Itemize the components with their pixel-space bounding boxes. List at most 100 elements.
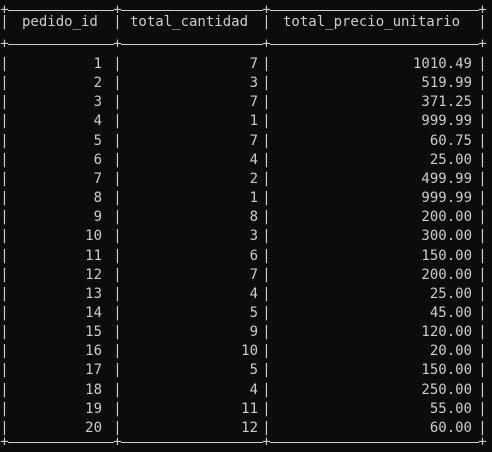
cell-total-precio-unitario: 55.00 [429,400,472,417]
column-separator: | [262,400,271,417]
cell-total-cantidad: 6 [249,247,258,264]
column-separator: | [262,151,271,168]
table-row: | | | | 5 7 60.75 [0,131,492,151]
cell-total-cantidad: 4 [249,151,258,168]
column-separator: | [113,362,122,379]
cell-total-precio-unitario: 200.00 [421,266,472,283]
column-separator: | [0,56,9,72]
column-separator: | [0,285,9,302]
cell-pedido-id: 2 [93,75,102,92]
cell-pedido-id: 16 [85,343,102,360]
table-border-header: + + + + [0,34,492,54]
column-separator: | [113,324,122,341]
cell-pedido-id: 14 [85,304,102,321]
cell-total-cantidad: 3 [249,75,258,92]
column-separator: | [478,14,487,30]
cell-total-precio-unitario: 25.00 [429,285,472,302]
table-row: | | | | 11 6 150.00 [0,246,492,266]
column-separator: | [0,75,9,92]
column-separator: | [262,362,271,379]
column-separator: | [478,247,487,264]
column-separator: | [478,151,487,168]
cell-total-cantidad: 7 [249,94,258,111]
column-separator: | [262,285,271,302]
column-separator: | [0,113,9,130]
cell-total-cantidad: 7 [249,132,258,149]
table-row: | | | | 8 1 999.99 [0,188,492,208]
cell-total-cantidad: 5 [249,304,258,321]
column-separator: | [478,170,487,187]
column-separator: | [0,362,9,379]
column-separator: | [0,400,9,417]
cell-total-cantidad: 5 [249,362,258,379]
column-separator: | [0,304,9,321]
column-separator: | [478,94,487,111]
cell-pedido-id: 3 [93,94,102,111]
table-row: | | | | 9 8 200.00 [0,207,492,227]
table-row: | | | | 10 3 300.00 [0,226,492,246]
table-row: | | | | 17 5 150.00 [0,360,492,380]
cell-pedido-id: 4 [93,113,102,130]
border-rule [270,10,479,11]
column-header-total-precio-unitario: total_precio_unitario [283,14,461,30]
cell-total-precio-unitario: 45.00 [429,304,472,321]
column-separator: | [478,75,487,92]
border-rule [121,10,263,11]
cell-total-precio-unitario: 371.25 [421,94,472,111]
column-separator: | [0,266,9,283]
cell-total-cantidad: 1 [249,113,258,130]
column-separator: | [478,266,487,283]
cell-total-cantidad: 7 [249,266,258,283]
column-separator: | [113,113,122,130]
column-separator: | [0,343,9,360]
column-separator: | [262,228,271,245]
cell-pedido-id: 10 [85,228,102,245]
column-separator: | [113,14,122,30]
column-header-total-cantidad: total_cantidad [130,14,249,30]
column-separator: | [113,343,122,360]
cell-pedido-id: 19 [85,400,102,417]
column-separator: | [262,75,271,92]
table-row: | | | | 15 9 120.00 [0,322,492,342]
column-separator: | [113,304,122,321]
cell-pedido-id: 7 [93,170,102,187]
column-separator: | [262,94,271,111]
column-separator: | [478,190,487,207]
border-rule [270,44,479,45]
table-row: | | | | 13 4 25.00 [0,284,492,304]
column-separator: | [478,304,487,321]
column-separator: | [0,228,9,245]
cell-total-precio-unitario: 300.00 [421,228,472,245]
border-rule [8,44,114,45]
column-separator: | [0,247,9,264]
column-separator: | [0,151,9,168]
cell-total-precio-unitario: 999.99 [421,190,472,207]
column-separator: | [113,228,122,245]
table-row: | | | | 4 1 999.99 [0,111,492,131]
cell-pedido-id: 5 [93,132,102,149]
column-separator: | [113,56,122,72]
cell-total-cantidad: 1 [249,190,258,207]
column-separator: | [0,190,9,207]
cell-pedido-id: 1 [93,56,102,72]
cell-total-precio-unitario: 200.00 [421,209,472,226]
column-separator: | [113,381,122,398]
cell-total-cantidad: 4 [249,285,258,302]
table-row: | | | | 18 4 250.00 [0,380,492,400]
column-separator: | [262,381,271,398]
border-rule [8,10,114,11]
cell-total-precio-unitario: 250.00 [421,381,472,398]
cell-pedido-id: 11 [85,247,102,264]
cell-total-cantidad: 9 [249,324,258,341]
column-separator: | [113,75,122,92]
column-separator: | [0,94,9,111]
cell-total-precio-unitario: 25.00 [429,151,472,168]
column-separator: | [262,304,271,321]
column-separator: | [262,266,271,283]
column-separator: | [262,190,271,207]
cell-total-cantidad: 11 [241,400,258,417]
column-separator: | [113,190,122,207]
column-separator: | [262,14,271,30]
cell-total-precio-unitario: 150.00 [421,247,472,264]
table-border-bottom: + + + + [0,432,492,452]
